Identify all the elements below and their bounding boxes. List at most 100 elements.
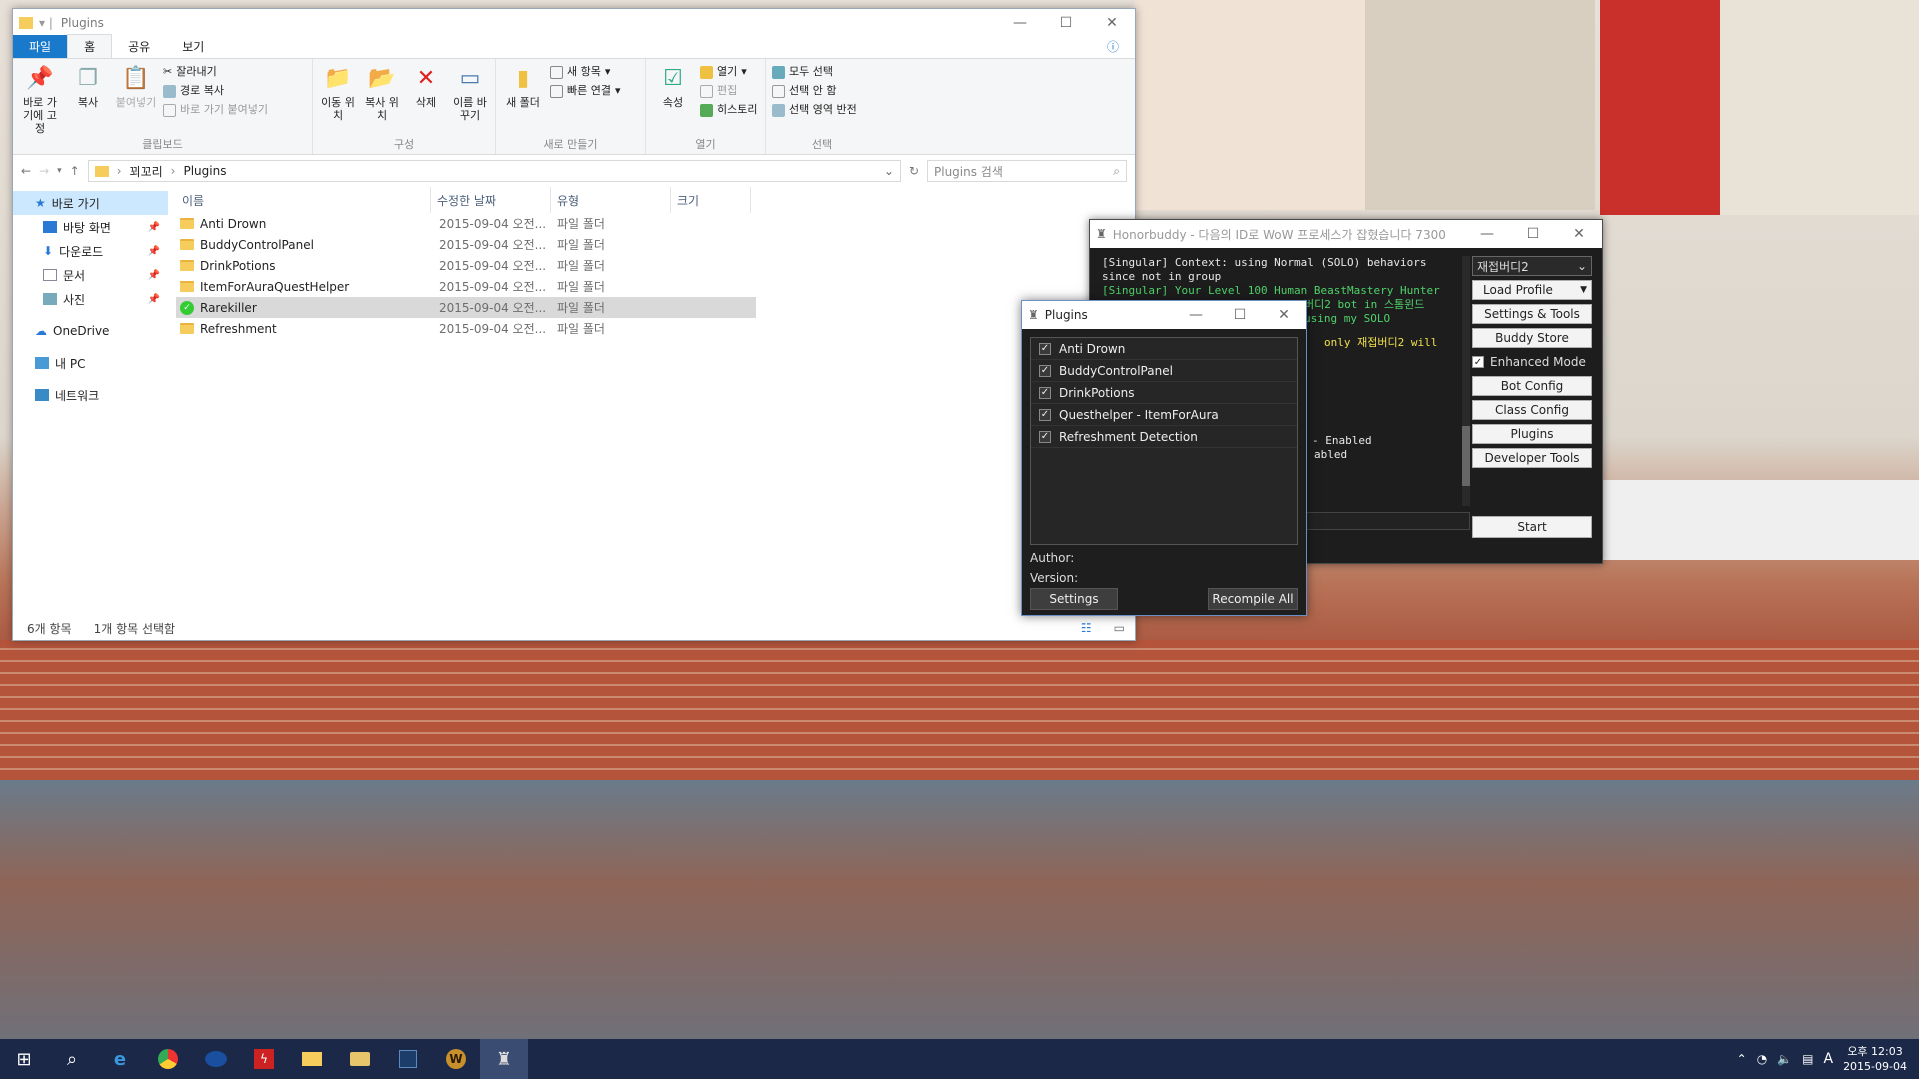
history-button[interactable]: 히스토리: [700, 103, 757, 117]
nav-network[interactable]: 네트워크: [13, 383, 168, 407]
maximize-button[interactable]: ☐: [1043, 9, 1089, 37]
chrome-browser-icon[interactable]: [144, 1039, 192, 1079]
bot-config-button[interactable]: Bot Config: [1472, 376, 1592, 396]
breadcrumb-item[interactable]: Plugins: [183, 164, 226, 178]
nav-downloads[interactable]: ⬇ 다운로드 📌: [13, 239, 168, 263]
large-icons-view-icon[interactable]: ▭: [1114, 621, 1125, 635]
nav-this-pc[interactable]: 내 PC: [13, 351, 168, 375]
plugins-button[interactable]: Plugins: [1472, 424, 1592, 444]
settings-tools-button[interactable]: Settings & Tools: [1472, 304, 1592, 324]
wow-game-icon[interactable]: W: [432, 1039, 480, 1079]
minimize-button[interactable]: —: [1464, 220, 1510, 248]
new-folder-button[interactable]: ▮ 새 폴더: [502, 63, 544, 138]
rename-button[interactable]: ▭ 이름 바꾸기: [451, 63, 489, 138]
maximize-button[interactable]: ☐: [1218, 301, 1262, 329]
folder-app-icon[interactable]: [336, 1039, 384, 1079]
plugins-titlebar[interactable]: ♜ Plugins — ☐ ✕: [1022, 301, 1306, 329]
edge-browser-icon[interactable]: e: [96, 1039, 144, 1079]
file-row[interactable]: Anti Drown 2015-09-04 오전... 파일 폴더: [176, 213, 756, 234]
column-header-type[interactable]: 유형: [551, 187, 671, 213]
refresh-icon[interactable]: ↻: [909, 164, 919, 178]
select-all-button[interactable]: 모두 선택: [772, 65, 857, 79]
open-button[interactable]: 열기 ▾: [700, 65, 757, 79]
nav-documents[interactable]: 문서 📌: [13, 263, 168, 287]
checkbox-checked-icon[interactable]: ✓: [1039, 342, 1051, 355]
network-icon[interactable]: ◔: [1757, 1052, 1767, 1066]
bot-select[interactable]: 재접버디2 ⌄: [1472, 256, 1592, 276]
recompile-all-button[interactable]: Recompile All: [1208, 588, 1298, 610]
file-explorer-icon[interactable]: [288, 1039, 336, 1079]
invert-selection-button[interactable]: 선택 영역 반전: [772, 103, 857, 117]
buddy-store-button[interactable]: Buddy Store: [1472, 328, 1592, 348]
honorbuddy-taskbar-icon[interactable]: ♜: [480, 1039, 528, 1079]
tab-view[interactable]: 보기: [166, 35, 220, 58]
minimize-button[interactable]: —: [997, 9, 1043, 37]
close-button[interactable]: ✕: [1089, 9, 1135, 37]
chevron-up-icon[interactable]: ⌃: [1737, 1052, 1747, 1066]
column-header-date[interactable]: 수정한 날짜: [431, 187, 551, 213]
checkbox-checked-icon[interactable]: ✓: [1039, 408, 1051, 421]
column-header-name[interactable]: 이름: [176, 187, 431, 213]
close-button[interactable]: ✕: [1556, 220, 1602, 248]
cut-button[interactable]: ✂ 잘라내기: [163, 65, 268, 79]
plugin-item[interactable]: ✓ DrinkPotions: [1031, 382, 1297, 404]
start-windows-icon[interactable]: ⊞: [0, 1039, 48, 1079]
app-blue-icon[interactable]: [192, 1039, 240, 1079]
properties-button[interactable]: ☑ 속성: [652, 63, 694, 138]
close-button[interactable]: ✕: [1262, 301, 1306, 329]
select-none-button[interactable]: 선택 안 함: [772, 84, 857, 98]
copy-to-button[interactable]: 📂 복사 위치: [363, 63, 401, 138]
maximize-button[interactable]: ☐: [1510, 220, 1556, 248]
class-config-button[interactable]: Class Config: [1472, 400, 1592, 420]
move-to-button[interactable]: 📁 이동 위치: [319, 63, 357, 138]
plugin-item[interactable]: ✓ Refreshment Detection: [1031, 426, 1297, 448]
plugin-item[interactable]: ✓ BuddyControlPanel: [1031, 360, 1297, 382]
copy-path-button[interactable]: 경로 복사: [163, 84, 268, 98]
plugins-dialog[interactable]: ♜ Plugins — ☐ ✕ ✓ Anti Drown ✓ BuddyContro…: [1021, 300, 1307, 616]
file-explorer-window[interactable]: ▾ | Plugins — ☐ ✕ 파일 홈 공유 보기 ⓘ 📌 바로 가기에 고…: [12, 8, 1136, 641]
paste-shortcut-button[interactable]: 바로 가기 붙여넣기: [163, 103, 268, 117]
checkbox-checked-icon[interactable]: ✓: [1039, 430, 1051, 443]
edit-button[interactable]: 편집: [700, 84, 757, 98]
details-view-icon[interactable]: ☷: [1081, 621, 1092, 635]
load-profile-button[interactable]: Load Profile ▼: [1472, 280, 1592, 300]
copy-button[interactable]: ❐ 복사: [67, 63, 109, 138]
plugin-item[interactable]: ✓ Questhelper - ItemForAura: [1031, 404, 1297, 426]
clock[interactable]: 오후 12:03 2015-09-04: [1843, 1044, 1907, 1074]
column-header-size[interactable]: 크기: [671, 187, 751, 213]
recent-chevron-icon[interactable]: ▾: [57, 166, 62, 176]
log-scrollbar[interactable]: [1462, 256, 1470, 506]
easy-access-button[interactable]: 빠른 연결 ▾: [550, 84, 621, 98]
chevron-down-icon[interactable]: ⌄: [884, 164, 894, 178]
delete-button[interactable]: ✕ 삭제: [407, 63, 445, 138]
checkbox-checked-icon[interactable]: ✓: [1039, 364, 1051, 377]
checkbox-checked-icon[interactable]: ✓: [1039, 386, 1051, 399]
settings-button[interactable]: Settings: [1030, 588, 1118, 610]
nav-quick-access[interactable]: ★ 바로 가기: [13, 191, 168, 215]
tab-share[interactable]: 공유: [112, 35, 166, 58]
file-row[interactable]: DrinkPotions 2015-09-04 오전... 파일 폴더: [176, 255, 756, 276]
terminal-app-icon[interactable]: [384, 1039, 432, 1079]
search-icon[interactable]: ⌕: [48, 1039, 96, 1079]
tab-home[interactable]: 홈: [67, 34, 113, 58]
developer-tools-button[interactable]: Developer Tools: [1472, 448, 1592, 468]
new-item-button[interactable]: 새 항목 ▾: [550, 65, 621, 79]
plugin-item[interactable]: ✓ Anti Drown: [1031, 338, 1297, 360]
breadcrumb-item[interactable]: 꾀꼬리: [130, 163, 163, 180]
help-icon[interactable]: ⓘ: [1091, 35, 1135, 58]
explorer-titlebar[interactable]: ▾ | Plugins — ☐ ✕: [13, 9, 1135, 37]
tab-file[interactable]: 파일: [13, 35, 68, 58]
file-row[interactable]: BuddyControlPanel 2015-09-04 오전... 파일 폴더: [176, 234, 756, 255]
pin-quick-access-button[interactable]: 📌 바로 가기에 고정: [19, 63, 61, 138]
volume-icon[interactable]: 🔈: [1777, 1052, 1792, 1066]
file-row[interactable]: Refreshment 2015-09-04 오전... 파일 폴더: [176, 318, 756, 339]
nav-onedrive[interactable]: ☁ OneDrive: [13, 319, 168, 343]
enhanced-mode-checkbox[interactable]: ✓ Enhanced Mode: [1472, 352, 1592, 372]
file-row[interactable]: ItemForAuraQuestHelper 2015-09-04 오전... 파일…: [176, 276, 756, 297]
honorbuddy-titlebar[interactable]: ♜ Honorbuddy - 다음의 ID로 WoW 프로세스가 잡혔습니다 7…: [1090, 220, 1602, 248]
nav-pictures[interactable]: 사진 📌: [13, 287, 168, 311]
start-button[interactable]: Start: [1472, 516, 1592, 538]
search-input[interactable]: Plugins 검색 ⌕: [927, 160, 1127, 182]
up-arrow-icon[interactable]: ↑: [70, 164, 80, 178]
forward-arrow-icon[interactable]: →: [39, 164, 49, 178]
